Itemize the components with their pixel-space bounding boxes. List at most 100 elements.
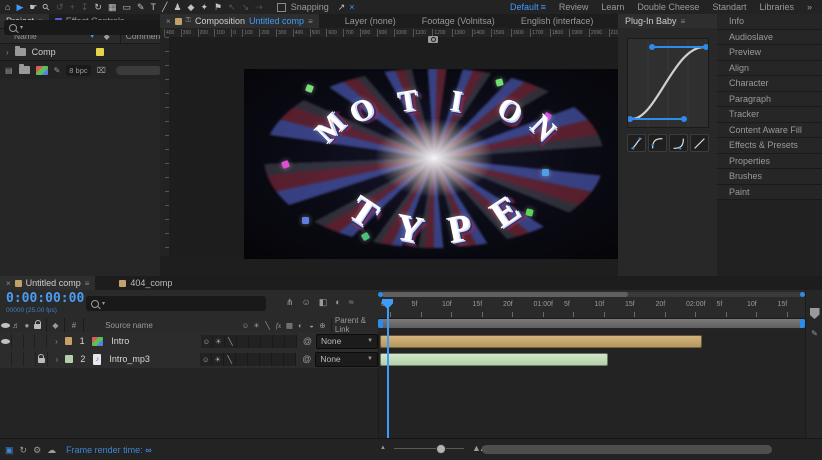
workspace-default[interactable]: Default≡	[510, 2, 546, 12]
selection-tool[interactable]: ▶	[16, 1, 23, 14]
solo-toggle[interactable]	[24, 334, 36, 348]
clone-stamp-tool[interactable]: ♟	[173, 1, 181, 14]
pickwhip-icon[interactable]: @	[302, 354, 311, 364]
shy-column-icon[interactable]: ☺	[240, 321, 251, 330]
parent-select[interactable]: None▼	[315, 352, 378, 367]
source-name-column[interactable]: Source name	[87, 321, 240, 330]
new-folder-icon[interactable]	[19, 66, 30, 74]
video-toggle[interactable]	[0, 352, 12, 366]
ease-curve-editor[interactable]	[627, 38, 709, 128]
video-column-icon[interactable]	[0, 323, 11, 328]
layer-name[interactable]: Intro	[111, 336, 201, 346]
fx-switch[interactable]	[236, 353, 248, 366]
work-area-bar[interactable]	[378, 319, 805, 328]
motion-blur-icon[interactable]: ◐	[335, 297, 340, 308]
lock-icon[interactable]: ⚿	[186, 17, 191, 25]
interpret-footage-icon[interactable]: ▤	[5, 66, 13, 75]
tab-untitled-comp[interactable]: × Untitled comp ≡	[0, 276, 95, 290]
pickwhip-icon[interactable]: @	[303, 336, 312, 346]
sidebar-item-paint[interactable]: Paint	[717, 185, 822, 201]
sidebar-item-character[interactable]: Character	[717, 76, 822, 92]
close-icon[interactable]: ×	[166, 17, 171, 26]
type-tool[interactable]: T	[151, 1, 157, 14]
graph-editor-icon[interactable]: ≈	[349, 297, 354, 308]
navigator-start-handle[interactable]	[378, 292, 383, 297]
twirl-icon[interactable]: ›	[55, 337, 58, 346]
composition-viewer[interactable]: MOTIONTYPE	[169, 37, 618, 256]
preset-ease-in-out[interactable]	[627, 134, 646, 152]
sidebar-item-align[interactable]: Align	[717, 61, 822, 77]
layer-row-intro-mp3[interactable]: › 2 ♪ Intro_mp3 ☺☀╲ @ None▼	[0, 350, 378, 369]
time-ruler[interactable]: 00f5f10f15f20f01:00f5f10f15f20f02:00f5f1…	[378, 299, 805, 318]
adjust-icon[interactable]: ✎	[54, 66, 61, 75]
motion-blur-switch[interactable]	[273, 335, 285, 348]
label-column-icon[interactable]: ◆	[50, 321, 61, 330]
index-column[interactable]: #	[68, 321, 81, 330]
mask-feather-icon[interactable]: ↗	[338, 2, 346, 12]
solo-toggle[interactable]	[24, 352, 36, 366]
panel-menu-icon[interactable]: ≡	[681, 17, 686, 26]
zoom-tool[interactable]: ⚲	[40, 0, 54, 14]
zoom-slider-knob[interactable]	[436, 444, 446, 454]
tab-layer[interactable]: Layer (none)	[339, 14, 402, 28]
mask-shape-tool[interactable]: ▭	[122, 1, 131, 14]
close-icon[interactable]: ×	[6, 279, 11, 288]
motion-blur-switch[interactable]	[272, 353, 284, 366]
pen-tool[interactable]: ✎	[137, 1, 145, 14]
preset-ease-out[interactable]	[648, 134, 667, 152]
shy-switch[interactable]: ☺	[200, 353, 212, 366]
mini-flowchart-icon[interactable]: ⋔	[286, 297, 294, 308]
current-timecode[interactable]: 0:00:00:00	[6, 291, 84, 306]
tab-404-comp[interactable]: 404_comp	[113, 276, 178, 290]
layer-bar-intro-mp3[interactable]	[380, 353, 608, 366]
quality-switch[interactable]: ╲	[224, 353, 236, 366]
layer-name[interactable]: Intro_mp3	[109, 354, 200, 364]
frame-blending-icon[interactable]: ◧	[319, 297, 328, 308]
home-tool[interactable]: ⌂	[5, 1, 10, 14]
zoom-out-mountain-icon[interactable]: ▲	[380, 445, 386, 451]
tab-english[interactable]: English (interface)	[515, 14, 600, 28]
render-queue-icon[interactable]: ▣	[5, 445, 14, 456]
lock-column-icon[interactable]	[32, 321, 43, 329]
frame-blend-switch[interactable]	[260, 353, 272, 366]
comp-marker-icon[interactable]	[810, 308, 820, 319]
three-d-switch[interactable]	[285, 335, 297, 348]
collapse-transformations-switch[interactable]: ☀	[213, 335, 225, 348]
fx-column-icon[interactable]: fx	[273, 321, 284, 330]
audio-toggle[interactable]	[12, 352, 24, 366]
workspace-standart[interactable]: Standart	[712, 2, 746, 12]
shy-layers-icon[interactable]: ☺	[302, 297, 311, 308]
sidebar-item-content-aware-fill[interactable]: Content Aware Fill	[717, 123, 822, 139]
audio-column-icon[interactable]: ♬	[11, 321, 22, 330]
project-search-input[interactable]: ▾	[4, 20, 164, 35]
camera-tool[interactable]: ▦	[108, 1, 117, 14]
effects-switch[interactable]	[249, 335, 261, 348]
motion-blur-column-icon[interactable]: ◒	[306, 321, 317, 330]
preset-ease-in[interactable]	[669, 134, 688, 152]
new-composition-icon[interactable]	[36, 66, 48, 75]
maximize-frame-icon[interactable]: ×	[349, 2, 354, 12]
sidebar-item-properties[interactable]: Properties	[717, 154, 822, 170]
workspace-menu-icon[interactable]: ≡	[541, 2, 546, 12]
sidebar-item-info[interactable]: Info	[717, 14, 822, 30]
collapse-transformations-column-icon[interactable]: ☀	[251, 321, 262, 330]
fx-switch[interactable]	[237, 335, 249, 348]
playhead-line[interactable]	[387, 299, 389, 438]
tab-composition[interactable]: × ⚿ Composition Untitled comp ≡	[160, 14, 319, 28]
panel-menu-icon[interactable]: ≡	[85, 279, 90, 288]
workspace-libraries[interactable]: Libraries	[759, 2, 794, 12]
twirl-icon[interactable]: ›	[56, 355, 59, 364]
layer-switches[interactable]: ☺☀╲	[201, 335, 297, 348]
frame-blend-column-icon[interactable]: ◐	[295, 321, 306, 330]
bit-depth-button[interactable]: 8 bpc	[66, 65, 90, 76]
project-item-comp[interactable]: › Comp	[0, 44, 160, 60]
settings-gear-icon[interactable]: ⚙	[33, 445, 41, 456]
three-d-column-icon[interactable]: ⊕	[317, 321, 328, 330]
three-d-switch[interactable]	[284, 353, 296, 366]
trash-icon[interactable]: ⌧	[97, 66, 106, 75]
eraser-tool[interactable]: ◆	[188, 1, 195, 14]
twirl-icon[interactable]: ›	[6, 48, 9, 57]
layer-row-intro[interactable]: › 1 Intro ☺☀╲ @ None▼	[0, 332, 378, 351]
layer-bar-intro[interactable]	[380, 335, 702, 348]
sidebar-item-tracker[interactable]: Tracker	[717, 107, 822, 123]
